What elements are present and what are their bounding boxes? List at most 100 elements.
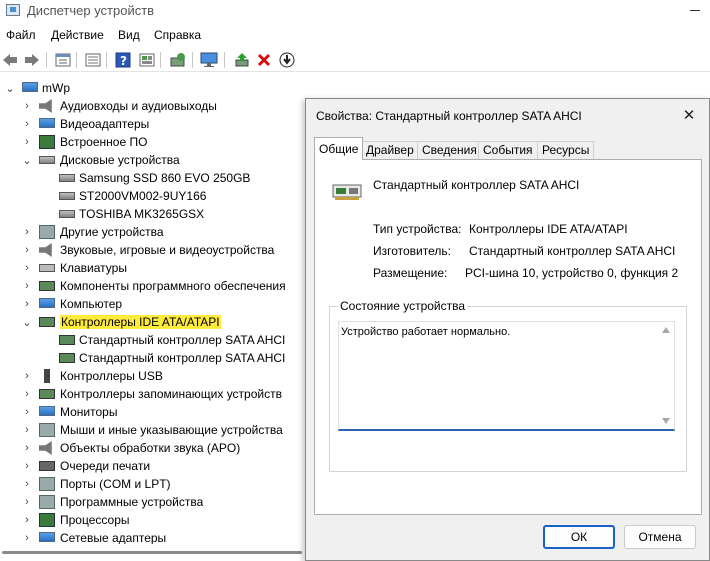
tree-device[interactable]: Стандартный контроллер SATA AHCI (0, 349, 305, 367)
chevron-down-icon[interactable]: ⌄ (21, 154, 33, 167)
unknown-icon (39, 225, 55, 239)
help-icon[interactable]: ? (113, 51, 133, 69)
toolbar: ? (0, 48, 710, 72)
tree-category[interactable]: › Встроенное ПО (0, 133, 305, 151)
tree-category[interactable]: › Программные устройства (0, 493, 305, 511)
chevron-right-icon[interactable]: › (21, 280, 33, 292)
ok-button[interactable]: ОК (543, 525, 615, 549)
tab-events[interactable]: События (478, 141, 538, 159)
tree-category[interactable]: › Порты (COM и LPT) (0, 475, 305, 493)
tree-category[interactable]: › Мыши и иные указывающие устройства (0, 421, 305, 439)
tree-category[interactable]: ⌄ Дисковые устройства (0, 151, 305, 169)
chevron-right-icon[interactable]: › (21, 118, 33, 130)
menu-help[interactable]: Справка (154, 28, 201, 42)
chevron-right-icon[interactable]: › (21, 388, 33, 400)
status-scrollbar[interactable] (659, 323, 673, 428)
tree-category[interactable]: › Контроллеры запоминающих устройств (0, 385, 305, 403)
tree-category[interactable]: › Процессоры (0, 511, 305, 529)
chevron-down-icon[interactable]: ⌄ (4, 82, 16, 95)
chevron-right-icon[interactable]: › (21, 478, 33, 490)
chevron-right-icon[interactable]: › (21, 136, 33, 148)
tree-category[interactable]: › Очереди печати (0, 457, 305, 475)
tree-category[interactable]: › Другие устройства (0, 223, 305, 241)
chip-icon (39, 513, 55, 527)
device-status-textbox[interactable]: Устройство работает нормально. (338, 321, 675, 431)
tree-category-label: Аудиовходы и аудиовыходы (60, 99, 217, 113)
tree-category[interactable]: › Видеоадаптеры (0, 115, 305, 133)
chevron-right-icon[interactable]: › (21, 424, 33, 436)
chevron-right-icon[interactable]: › (21, 406, 33, 418)
chevron-right-icon[interactable]: › (21, 262, 33, 274)
horizontal-scrollbar[interactable] (0, 544, 305, 561)
chevron-right-icon[interactable]: › (21, 100, 33, 112)
cancel-button[interactable]: Отмена (624, 525, 696, 549)
tree-category[interactable]: › Контроллеры USB (0, 367, 305, 385)
chevron-right-icon[interactable]: › (21, 532, 33, 544)
forward-arrow-icon[interactable] (22, 51, 42, 69)
tree-device[interactable]: TOSHIBA MK3265GSX (0, 205, 305, 223)
chevron-right-icon[interactable]: › (21, 460, 33, 472)
remove-device-icon[interactable] (254, 51, 274, 69)
tab-resources[interactable]: Ресурсы (537, 141, 595, 159)
title-bar: Диспетчер устройств (0, 0, 710, 22)
tree-root[interactable]: ⌄ mWp (0, 79, 305, 97)
tree-category-label: Клавиатуры (60, 261, 127, 275)
tree-category[interactable]: › Компоненты программного обеспечения (0, 277, 305, 295)
chevron-right-icon[interactable]: › (21, 496, 33, 508)
speaker-icon (39, 243, 52, 257)
tree-category[interactable]: › Объекты обработки звука (APO) (0, 439, 305, 457)
enable-device-icon[interactable] (232, 51, 252, 69)
monitor-icon[interactable] (199, 51, 219, 69)
menu-view[interactable]: Вид (118, 28, 140, 42)
tree-category-label: Программные устройства (60, 495, 204, 509)
tree-device[interactable]: Samsung SSD 860 EVO 250GB (0, 169, 305, 187)
properties-icon[interactable] (53, 51, 73, 69)
tree-category[interactable]: › Мониторы (0, 403, 305, 421)
scroll-up-icon[interactable] (662, 327, 670, 333)
device-name: Стандартный контроллер SATA AHCI (373, 178, 580, 192)
disk-icon (39, 156, 55, 164)
tree-category[interactable]: ⌄ Контроллеры IDE ATA/ATAPI (0, 313, 305, 331)
device-manager-icon (6, 4, 20, 16)
scrollbar-thumb[interactable] (2, 551, 302, 554)
grid-icon[interactable] (137, 51, 157, 69)
tree-category[interactable]: › Звуковые, игровые и видеоустройства (0, 241, 305, 259)
update-driver-icon[interactable] (168, 51, 188, 69)
download-driver-icon[interactable] (277, 51, 297, 69)
scroll-down-icon[interactable] (662, 418, 670, 424)
tree-category-label: Контроллеры запоминающих устройств (60, 387, 282, 401)
toolbar-separator (224, 52, 225, 68)
close-icon[interactable]: ✕ (678, 105, 700, 125)
window-title: Диспетчер устройств (27, 3, 155, 18)
controller-icon (59, 353, 75, 363)
tree-device-label: ST2000VM002-9UY166 (79, 189, 207, 203)
tab-details[interactable]: Сведения (417, 141, 482, 159)
minimize-button[interactable] (684, 2, 706, 18)
device-status-text: Устройство работает нормально. (341, 326, 511, 338)
device-type-label: Тип устройства: (373, 222, 462, 236)
chevron-right-icon[interactable]: › (21, 514, 33, 526)
back-arrow-icon[interactable] (0, 51, 20, 69)
menu-file[interactable]: Файл (6, 28, 36, 42)
list-view-icon[interactable] (83, 51, 103, 69)
tree-category[interactable]: › Клавиатуры (0, 259, 305, 277)
chevron-down-icon[interactable]: ⌄ (21, 316, 33, 329)
chevron-right-icon[interactable]: › (21, 370, 33, 382)
tree-category[interactable]: › Компьютер (0, 295, 305, 313)
chevron-right-icon[interactable]: › (21, 298, 33, 310)
menu-action[interactable]: Действие (51, 28, 104, 42)
tree-device[interactable]: Стандартный контроллер SATA AHCI (0, 331, 305, 349)
svg-text:?: ? (120, 54, 127, 68)
toolbar-separator (192, 52, 193, 68)
chevron-right-icon[interactable]: › (21, 244, 33, 256)
tree-category-label: Встроенное ПО (60, 135, 148, 149)
chevron-right-icon[interactable]: › (21, 226, 33, 238)
device-status-group: Состояние устройства Устройство работает… (329, 299, 687, 472)
tab-driver[interactable]: Драйвер (361, 141, 419, 159)
chevron-right-icon[interactable]: › (21, 442, 33, 454)
tab-general[interactable]: Общие (314, 137, 364, 160)
location-value: PCI-шина 10, устройство 0, функция 2 (465, 266, 679, 280)
tree-category[interactable]: › Аудиовходы и аудиовыходы (0, 97, 305, 115)
tree-device[interactable]: ST2000VM002-9UY166 (0, 187, 305, 205)
mouse-icon (39, 423, 55, 437)
